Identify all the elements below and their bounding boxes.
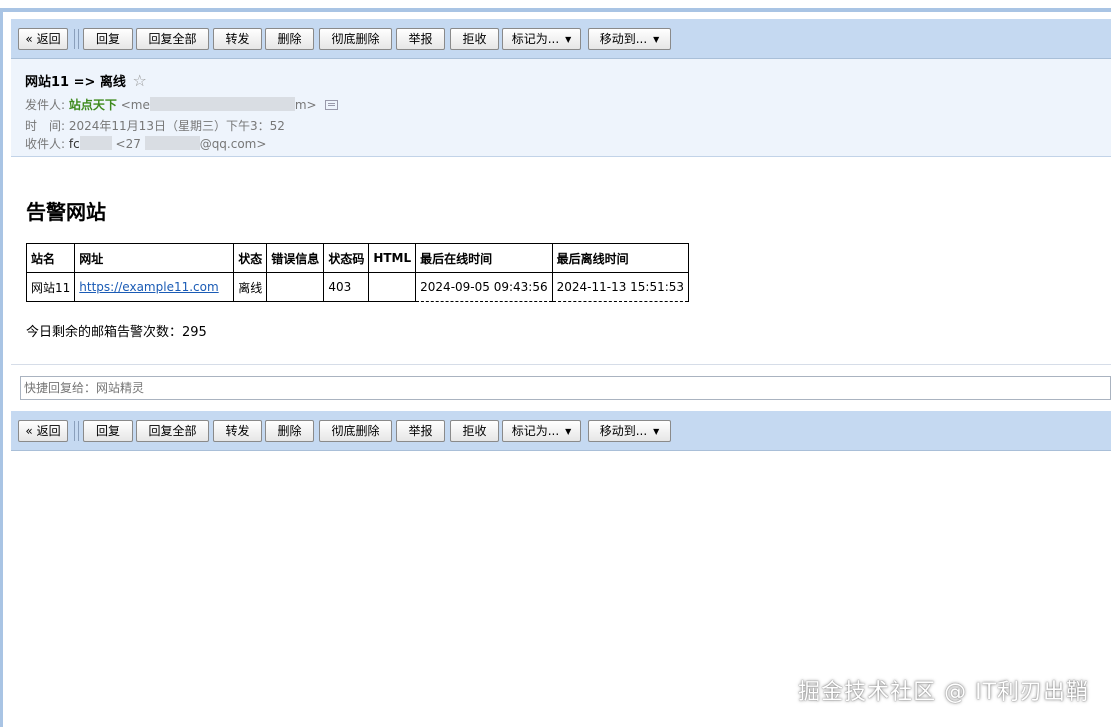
delete-permanent-button[interactable]: 彻底删除 [319,28,392,50]
site-url-link[interactable]: https://example11.com [79,280,218,294]
forward-button[interactable]: 转发 [213,28,262,50]
to-label: 收件人: [25,137,66,151]
time-line: 时 间: 2024年11月13日（星期三）下午3：52 [25,117,285,134]
col-header-url: 网址 [74,243,235,273]
delete-permanent-button[interactable]: 彻底删除 [319,420,392,442]
cell-html [368,272,417,302]
body-divider [11,364,1111,365]
caret-down-icon: ▼ [653,35,660,44]
caret-down-icon: ▼ [565,427,572,436]
reject-button[interactable]: 拒收 [450,420,499,442]
remaining-alerts-text: 今日剩余的邮箱告警次数：295 [26,325,207,340]
toolbar-separator [78,29,79,49]
cell-last-offline: 2024-11-13 15:51:53 [551,272,690,302]
col-header-last-offline: 最后离线时间 [551,243,690,273]
move-to-label: 移动到... [599,32,648,46]
redacted-block [149,97,295,111]
col-header-last-online: 最后在线时间 [415,243,553,273]
reply-button[interactable]: 回复 [83,28,133,50]
toolbar-separator [74,421,75,441]
top-toolbar: « 返回 回复 回复全部 转发 删除 彻底删除 举报 拒收 标记为... ▼ 移动… [11,19,1111,59]
body-title: 告警网站 [26,200,106,224]
col-header-html: HTML [368,243,417,273]
move-to-dropdown[interactable]: 移动到... ▼ [588,420,671,442]
col-header-status: 状态 [233,243,268,273]
mark-as-dropdown[interactable]: 标记为... ▼ [502,420,581,442]
table-header-row: 站名 网址 状态 错误信息 状态码 HTML 最后在线时间 最后离线时间 [25,243,690,273]
report-button[interactable]: 举报 [396,420,445,442]
sender-name[interactable]: 站点天下 [69,98,117,112]
toolbar-separator [74,29,75,49]
from-label: 发件人: [25,98,66,112]
subject-text: 网站11 => 离线 [25,75,126,90]
mark-as-dropdown[interactable]: 标记为... ▼ [502,28,581,50]
cell-last-online: 2024-09-05 09:43:56 [415,272,553,302]
caret-down-icon: ▼ [565,35,572,44]
sender-line: 发件人: 站点天下 <me m> [25,96,339,113]
toolbar-separator [78,421,79,441]
mail-header: 网站11 => 离线 ☆ 发件人: 站点天下 <me m> 时 间: 2024年1… [11,59,1111,157]
recipient-name-start[interactable]: fc [69,137,80,151]
reply-button[interactable]: 回复 [83,420,133,442]
table-row: 网站11 https://example11.com 离线 403 2024-0… [25,272,690,302]
delete-button[interactable]: 删除 [265,420,314,442]
redacted-block [144,136,200,150]
watermark: 掘金技术社区 @ IT利刃出鞘 [798,680,1089,705]
bottom-toolbar: « 返回 回复 回复全部 转发 删除 彻底删除 举报 拒收 标记为... ▼ 移动… [11,411,1111,451]
star-icon[interactable]: ☆ [132,71,146,90]
back-button[interactable]: « 返回 [18,420,68,442]
col-header-code: 状态码 [323,243,370,273]
cell-status: 离线 [233,272,268,302]
delete-button[interactable]: 删除 [265,28,314,50]
col-header-error: 错误信息 [266,243,325,273]
cell-name: 网站11 [25,272,76,302]
quick-reply-input[interactable] [20,376,1111,400]
reject-button[interactable]: 拒收 [450,28,499,50]
caret-down-icon: ▼ [653,427,660,436]
recipient-email-end: @qq.com> [199,137,267,151]
report-button[interactable]: 举报 [396,28,445,50]
contact-card-icon[interactable] [325,100,339,110]
back-button[interactable]: « 返回 [18,28,68,50]
time-value: 2024年11月13日（星期三）下午3：52 [68,119,285,133]
reply-all-button[interactable]: 回复全部 [136,420,209,442]
move-to-label: 移动到... [599,424,648,438]
forward-button[interactable]: 转发 [213,420,262,442]
sender-email-start: <me [120,98,150,112]
reply-all-button[interactable]: 回复全部 [136,28,209,50]
move-to-dropdown[interactable]: 移动到... ▼ [588,28,671,50]
cell-error [266,272,325,302]
cell-url: https://example11.com [74,272,235,302]
col-header-name: 站名 [25,243,76,273]
cell-code: 403 [323,272,370,302]
recipient-email-start: <27 [115,137,141,151]
recipient-line: 收件人: fc <27 @qq.com> [25,135,266,152]
redacted-block [79,136,112,150]
mark-as-label: 标记为... [511,424,560,438]
time-label: 时 间: [25,119,66,133]
mail-subject: 网站11 => 离线 ☆ [25,71,147,90]
mark-as-label: 标记为... [511,32,560,46]
sender-email-end: m> [294,98,317,112]
alert-table: 站名 网址 状态 错误信息 状态码 HTML 最后在线时间 最后离线时间 网站1… [25,243,690,302]
